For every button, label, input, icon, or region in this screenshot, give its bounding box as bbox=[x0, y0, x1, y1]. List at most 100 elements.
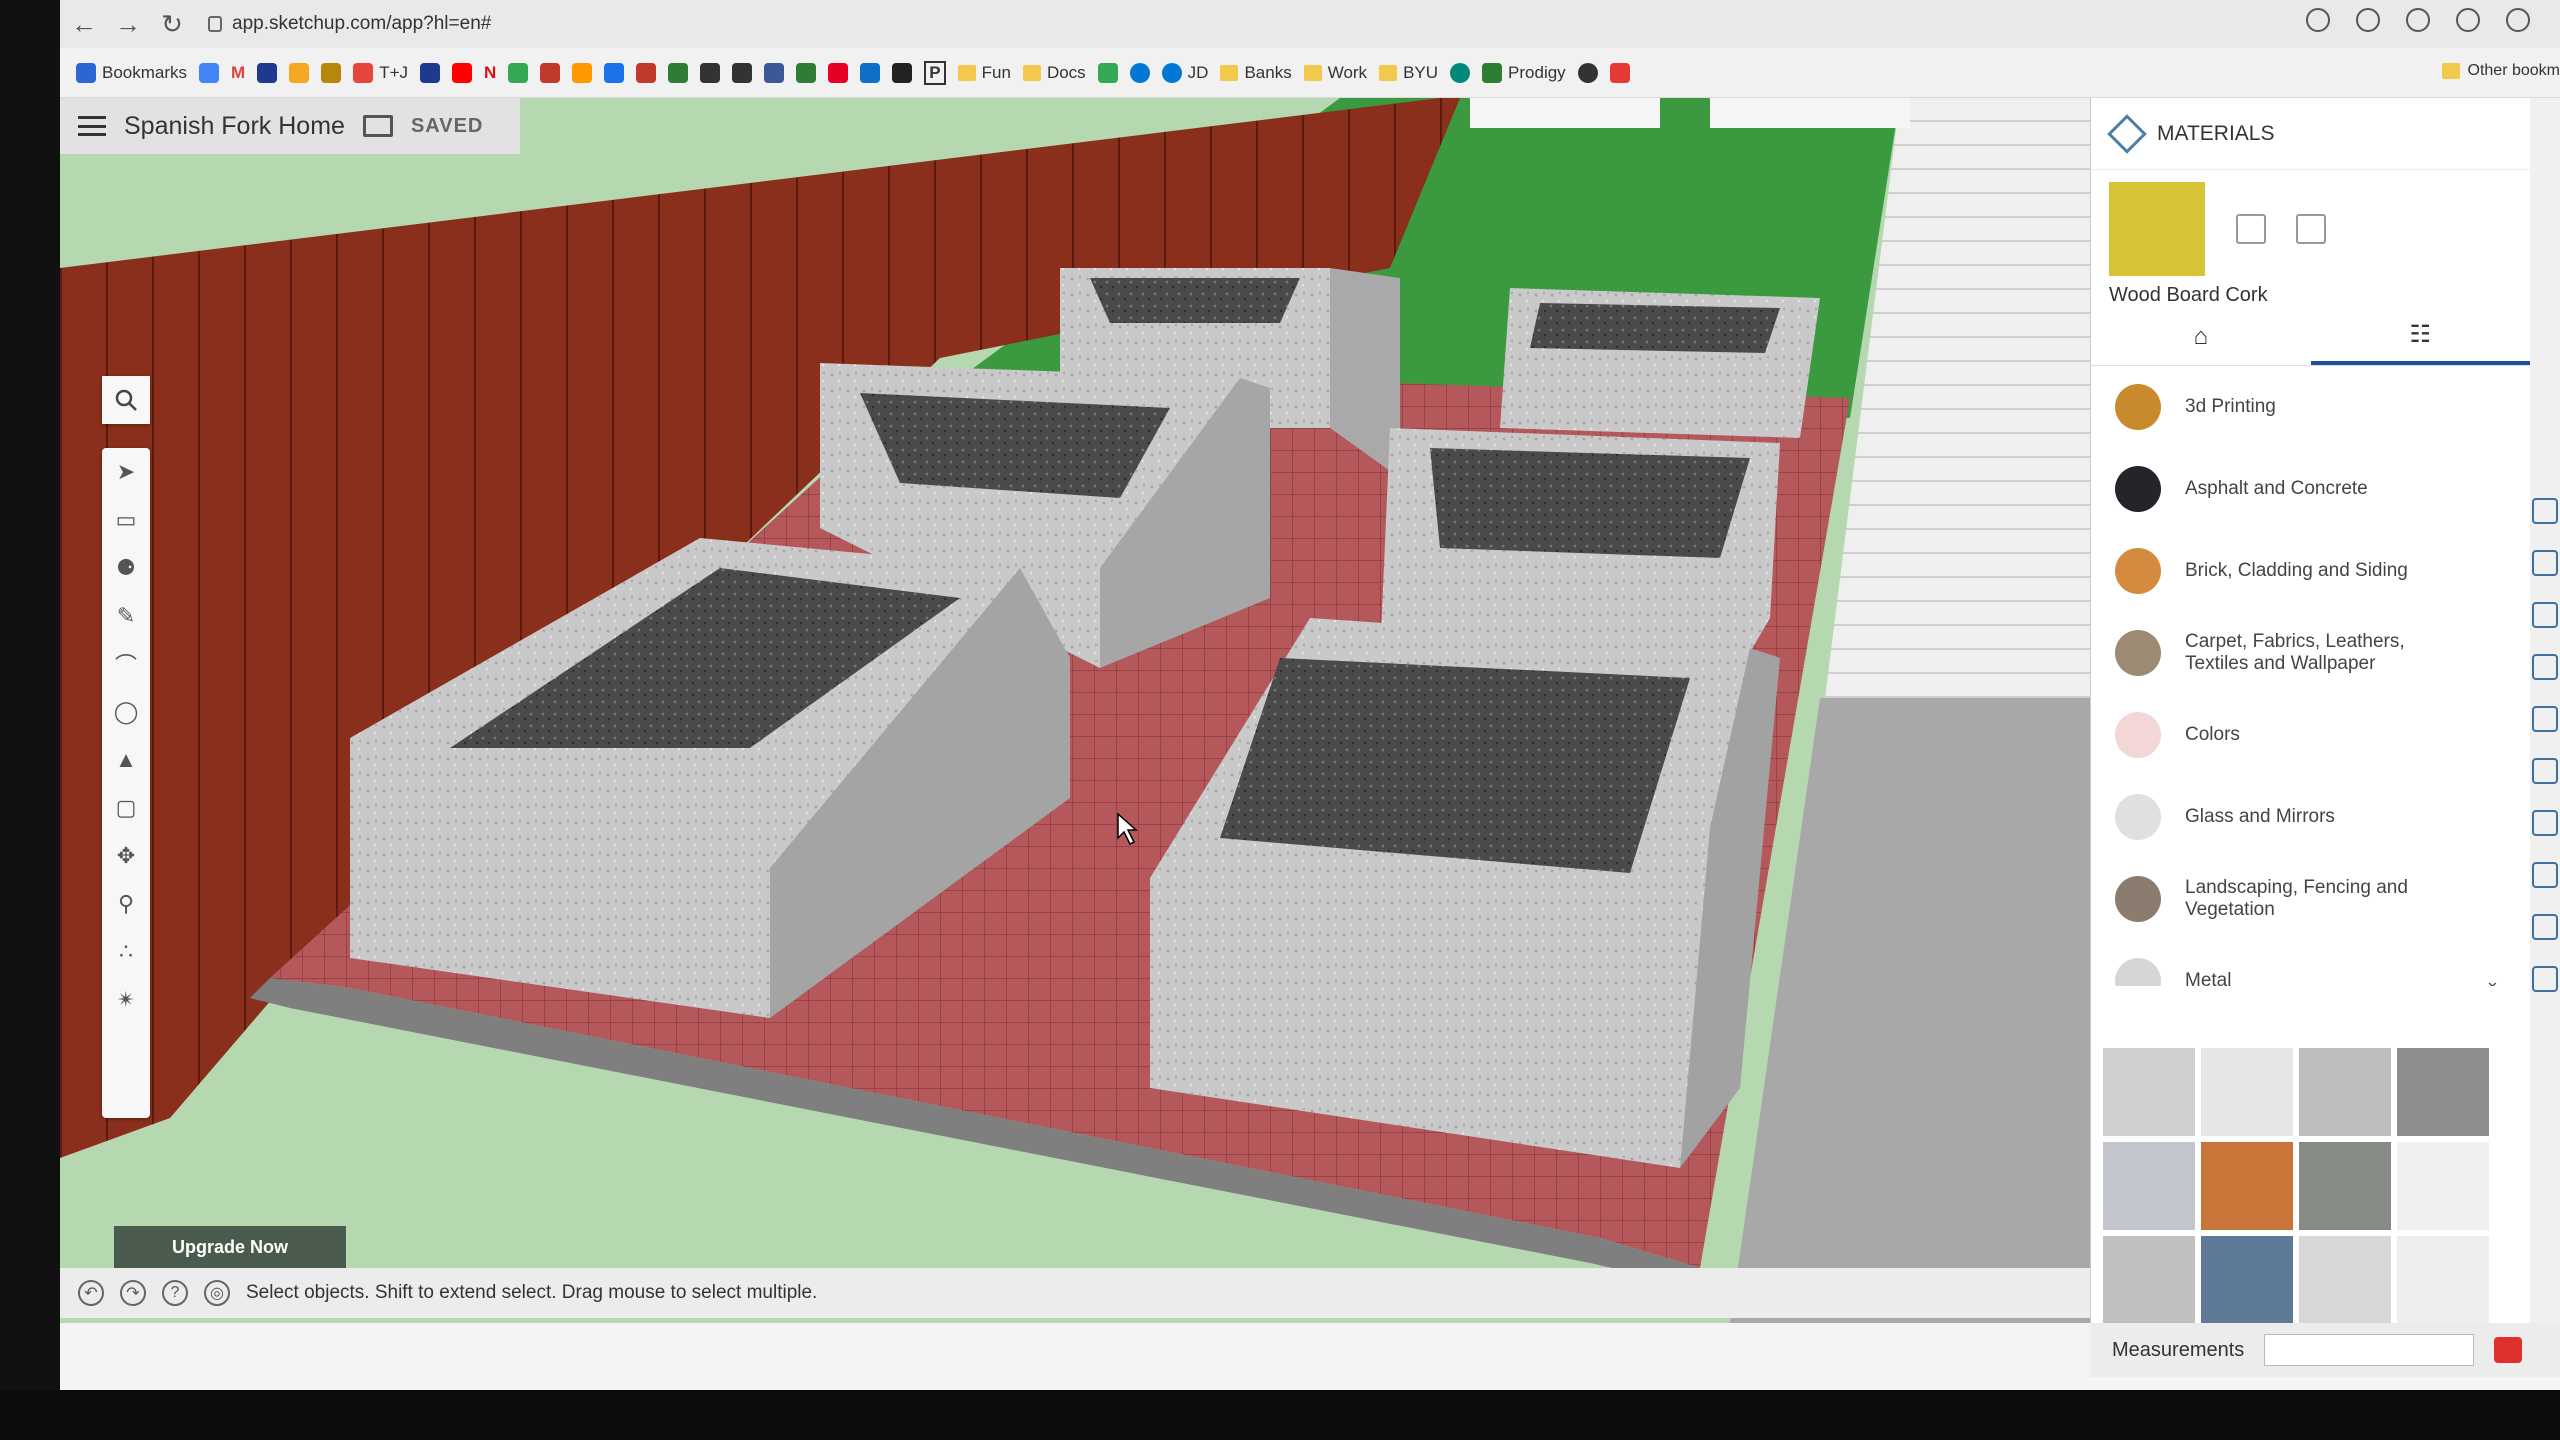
bookmark-item[interactable] bbox=[289, 62, 310, 83]
move-tool-icon[interactable]: ✥ bbox=[102, 832, 150, 880]
material-thumbnail[interactable] bbox=[2299, 1142, 2391, 1230]
bookmark-folder[interactable]: BYU bbox=[1379, 63, 1438, 83]
3d-viewport[interactable]: Spanish Fork Home SAVED ➤ ▭ ⚈ ✎ ⌒ ◯ ▲ ▢ … bbox=[60, 98, 2090, 1323]
bookmark-item[interactable] bbox=[636, 62, 657, 83]
bookmark-item[interactable] bbox=[668, 62, 689, 83]
bookmark-folder[interactable]: Banks bbox=[1220, 63, 1292, 83]
forward-arrow-icon[interactable]: → bbox=[108, 4, 148, 44]
tape-measure-icon[interactable]: ⚲ bbox=[102, 880, 150, 928]
material-thumbnail[interactable] bbox=[2201, 1236, 2293, 1324]
material-thumbnail[interactable] bbox=[2201, 1048, 2293, 1136]
bookmark-item[interactable]: N bbox=[484, 63, 496, 83]
bookmark-item[interactable] bbox=[540, 62, 561, 83]
bookmark-item[interactable] bbox=[199, 62, 220, 83]
paint-bucket-icon[interactable]: ⚈ bbox=[102, 544, 150, 592]
tag-icon[interactable] bbox=[2532, 602, 2558, 628]
components-icon[interactable] bbox=[2532, 654, 2558, 680]
material-thumbnail[interactable] bbox=[2299, 1236, 2391, 1324]
bookmark-item[interactable] bbox=[1097, 62, 1118, 83]
circle-tool-icon[interactable]: ◯ bbox=[102, 688, 150, 736]
extension-icon[interactable] bbox=[2456, 8, 2480, 32]
bookmark-item[interactable] bbox=[508, 62, 529, 83]
bookmark-item[interactable] bbox=[1450, 62, 1471, 83]
category-item[interactable]: Metal ⌄ bbox=[2091, 940, 2530, 986]
material-thumbnail[interactable] bbox=[2103, 1048, 2195, 1136]
bookmark-item[interactable] bbox=[1577, 62, 1598, 83]
styles-icon[interactable] bbox=[2532, 758, 2558, 784]
profile-avatar[interactable] bbox=[2506, 8, 2530, 32]
material-thumbnail[interactable] bbox=[2103, 1236, 2195, 1324]
bookmark-item[interactable] bbox=[700, 62, 721, 83]
material-thumbnail[interactable] bbox=[2397, 1048, 2489, 1136]
menu-icon[interactable] bbox=[78, 116, 106, 136]
category-item[interactable]: Colors bbox=[2091, 694, 2530, 776]
material-thumbnail[interactable] bbox=[2299, 1048, 2391, 1136]
edit-material-icon[interactable] bbox=[2236, 214, 2266, 244]
tab-in-model[interactable]: ☷ bbox=[2310, 308, 2530, 365]
solar-icon[interactable] bbox=[2532, 966, 2558, 992]
orbit-tool-icon[interactable]: ✴ bbox=[102, 976, 150, 1024]
pencil-tool-icon[interactable]: ✎ bbox=[102, 592, 150, 640]
bookmark-item[interactable] bbox=[796, 62, 817, 83]
bookmark-item[interactable]: T+J bbox=[353, 62, 408, 83]
bookmark-item[interactable] bbox=[420, 62, 441, 83]
category-item[interactable]: 3d Printing bbox=[2091, 366, 2530, 448]
material-thumbnail[interactable] bbox=[2397, 1142, 2489, 1230]
measurements-input[interactable] bbox=[2264, 1334, 2475, 1366]
planter-box[interactable] bbox=[1500, 288, 1820, 438]
outliner-icon[interactable] bbox=[2532, 550, 2558, 576]
bookmark-item[interactable] bbox=[572, 62, 593, 83]
offset-tool-icon[interactable]: ▢ bbox=[102, 784, 150, 832]
display-icon[interactable] bbox=[2532, 862, 2558, 888]
material-thumbnail[interactable] bbox=[2201, 1142, 2293, 1230]
category-item[interactable]: Carpet, Fabrics, Leathers, Textiles and … bbox=[2091, 612, 2530, 694]
star-icon[interactable] bbox=[2406, 8, 2430, 32]
reload-icon[interactable]: ↻ bbox=[152, 4, 192, 44]
zoom-icon[interactable] bbox=[2356, 8, 2380, 32]
bookmark-folder[interactable]: Docs bbox=[1022, 63, 1086, 83]
bookmark-item[interactable] bbox=[257, 62, 278, 83]
arc-tool-icon[interactable]: ⌒ bbox=[102, 640, 150, 688]
bookmark-item[interactable] bbox=[860, 62, 881, 83]
category-item[interactable]: Asphalt and Concrete bbox=[2091, 448, 2530, 530]
material-thumbnail[interactable] bbox=[2103, 1142, 2195, 1230]
bookmark-item[interactable] bbox=[604, 62, 625, 83]
help-icon[interactable]: ? bbox=[162, 1280, 188, 1306]
bookmark-item[interactable] bbox=[1609, 62, 1630, 83]
bookmark-item[interactable]: P bbox=[924, 60, 946, 85]
category-item[interactable]: Glass and Mirrors bbox=[2091, 776, 2530, 858]
material-swatch[interactable] bbox=[2109, 182, 2205, 276]
materials-icon[interactable] bbox=[2532, 706, 2558, 732]
push-pull-icon[interactable]: ▲ bbox=[102, 736, 150, 784]
bookmark-item[interactable]: Prodigy bbox=[1482, 62, 1566, 83]
view-icon[interactable] bbox=[2532, 914, 2558, 940]
walk-tool-icon[interactable]: ∴ bbox=[102, 928, 150, 976]
address-field[interactable]: app.sketchup.com/app?hl=en# bbox=[208, 13, 491, 35]
bookmark-item[interactable] bbox=[828, 62, 849, 83]
scenes-icon[interactable] bbox=[2532, 810, 2558, 836]
back-arrow-icon[interactable]: ← bbox=[64, 4, 104, 44]
material-thumbnail[interactable] bbox=[2397, 1236, 2489, 1324]
instructor-icon[interactable] bbox=[2532, 498, 2558, 524]
undo-icon[interactable]: ↶ bbox=[78, 1280, 104, 1306]
folder-icon[interactable] bbox=[362, 115, 393, 137]
import-material-icon[interactable] bbox=[2296, 214, 2326, 244]
bookmark-folder[interactable]: Fun bbox=[957, 63, 1011, 83]
bookmark-item[interactable]: Bookmarks bbox=[76, 62, 187, 83]
select-tool-icon[interactable]: ➤ bbox=[102, 448, 150, 496]
eraser-tool-icon[interactable]: ▭ bbox=[102, 496, 150, 544]
tab-home[interactable]: ⌂ bbox=[2091, 308, 2311, 365]
cast-icon[interactable] bbox=[2306, 8, 2330, 32]
category-item[interactable]: Landscaping, Fencing and Vegetation bbox=[2091, 858, 2530, 940]
other-bookmarks[interactable]: Other bookm bbox=[2441, 62, 2560, 80]
category-item[interactable]: Brick, Cladding and Siding bbox=[2091, 530, 2530, 612]
redo-icon[interactable]: ↷ bbox=[120, 1280, 146, 1306]
bookmark-folder[interactable]: Work bbox=[1303, 63, 1367, 83]
upgrade-now-button[interactable]: Upgrade Now bbox=[114, 1226, 346, 1268]
bookmark-item[interactable] bbox=[732, 62, 753, 83]
bookmark-item[interactable] bbox=[452, 62, 473, 83]
search-icon[interactable] bbox=[102, 376, 150, 424]
bookmark-item[interactable] bbox=[892, 62, 913, 83]
bookmark-item[interactable]: M bbox=[231, 63, 245, 83]
globe-icon[interactable]: ◎ bbox=[204, 1280, 230, 1306]
